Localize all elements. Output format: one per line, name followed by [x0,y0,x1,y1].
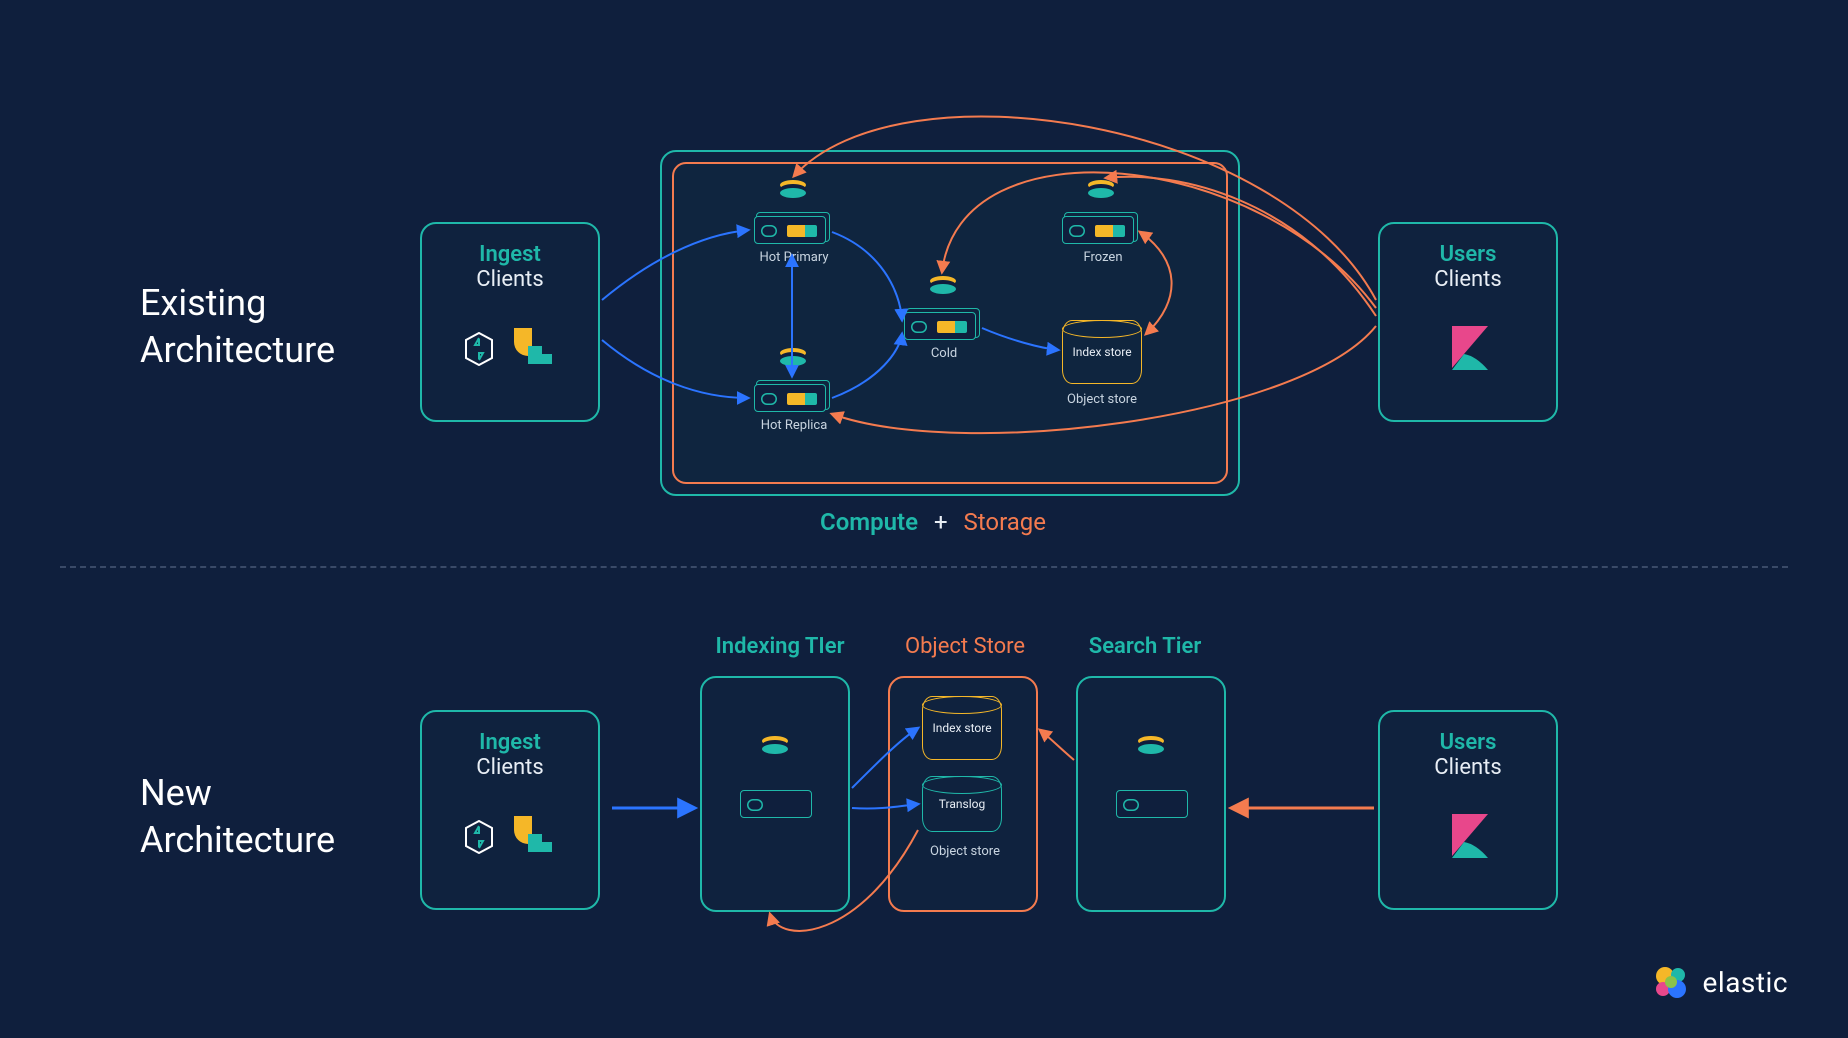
section-title-existing: Existing Architecture [140,280,335,374]
caption-storage: Storage [964,508,1046,536]
users-box-existing: Users Clients [1378,222,1558,422]
tier-label-search: Search Tier [1070,634,1220,659]
elasticsearch-icon [930,276,956,302]
ingest-title-new: Ingest [479,730,541,755]
ingest-subtitle: Clients [476,267,543,292]
label-object-store: Object store [1052,392,1152,407]
ingest-title: Ingest [479,242,541,267]
cylinder-index-store-new: Index store [922,696,1002,760]
label-cold: Cold [914,346,974,361]
users-title-new: Users [1440,730,1497,755]
server-indexing [740,790,812,818]
server-cold [904,312,976,340]
ingest-box-new: Ingest Clients [420,710,600,910]
label-translog: Translog [939,797,985,811]
label-object-store-new: Object store [910,844,1020,859]
logstash-icon [514,816,550,852]
kibana-icon [1450,812,1490,858]
label-index-store-new: Index store [932,721,991,735]
logstash-icon [514,328,550,364]
server-hot-replica [754,384,826,412]
beats-icon [464,332,494,366]
users-title: Users [1440,242,1497,267]
kibana-icon [1450,324,1490,370]
label-hot-primary: Hot Primary [754,250,834,265]
section-title-new: New Architecture [140,770,335,864]
elasticsearch-icon [780,180,806,206]
server-hot-primary [754,216,826,244]
elasticsearch-icon [780,348,806,374]
brand-text: elastic [1703,966,1788,999]
ingest-box-existing: Ingest Clients [420,222,600,422]
label-index-store: Index store [1072,345,1131,359]
beats-icon [464,820,494,854]
label-frozen: Frozen [1068,250,1138,265]
caption-compute: Compute [820,508,918,536]
cylinder-index-store: Index store [1062,320,1142,384]
cylinder-translog: Translog [922,776,1002,832]
tier-label-indexing: Indexing TIer [700,634,860,659]
caption-plus: + [934,508,948,536]
server-search [1116,790,1188,818]
label-hot-replica: Hot Replica [754,418,834,433]
elasticsearch-icon [762,736,788,762]
ingest-subtitle-new: Clients [476,755,543,780]
tier-label-objectstore: Object Store [890,634,1040,659]
elastic-logo: elastic [1651,962,1788,1002]
caption-compute-storage: Compute + Storage [820,508,1046,536]
section-divider [60,566,1788,568]
users-subtitle: Clients [1434,267,1501,292]
elasticsearch-icon [1088,180,1114,206]
users-subtitle-new: Clients [1434,755,1501,780]
elasticsearch-icon [1138,736,1164,762]
server-frozen [1062,216,1134,244]
users-box-new: Users Clients [1378,710,1558,910]
